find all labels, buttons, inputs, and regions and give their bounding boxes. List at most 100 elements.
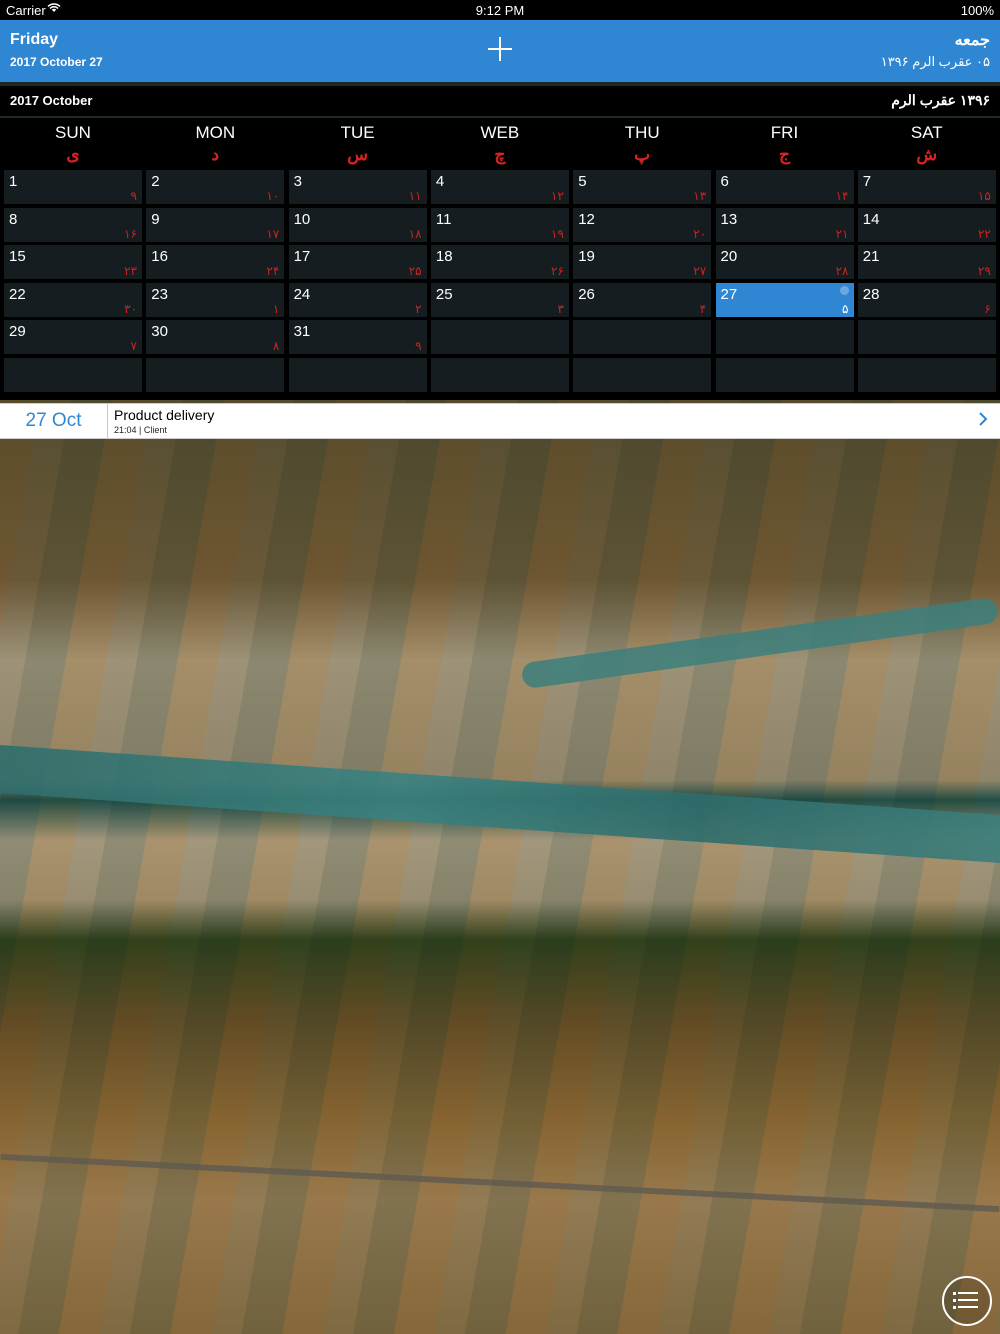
calendar-day-empty[interactable] <box>715 358 854 392</box>
weekday-label-english: SAT <box>910 123 943 142</box>
calendar-day-24[interactable]: 24 ۲ <box>288 282 427 317</box>
calendar-day-22[interactable]: 22 ۳۰ <box>4 282 142 317</box>
persian-day-number: ۳ <box>557 301 564 316</box>
weekday-label-english: MON <box>195 123 236 142</box>
calendar-day-empty[interactable] <box>430 320 569 355</box>
event-title: Product delivery <box>114 407 215 423</box>
persian-day-number: ۲۹ <box>977 264 991 279</box>
gregorian-day-number: 25 <box>435 285 453 303</box>
calendar-day-empty[interactable] <box>573 358 712 392</box>
gregorian-day-number: 20 <box>720 248 738 266</box>
calendar-day-13[interactable]: 13 ۲۱ <box>715 207 854 242</box>
persian-day-number: ۱۸ <box>408 226 422 241</box>
persian-day-number: ۹ <box>415 339 422 354</box>
weekday-thu: THU پ <box>571 118 713 165</box>
calendar-day-10[interactable]: 10 ۱۸ <box>288 207 427 242</box>
calendar-day-25[interactable]: 25 ۳ <box>430 282 569 317</box>
calendar-day-15[interactable]: 15 ۲۳ <box>4 245 142 280</box>
calendar-day-19[interactable]: 19 ۲۷ <box>573 245 712 280</box>
weekday-label-english: THU <box>624 123 660 142</box>
calendar-day-empty[interactable] <box>288 358 427 392</box>
date-header: Friday 2017 October 27 جمعه ۰۵ عقرب ا‌لر… <box>0 20 1000 82</box>
chevron-right-icon <box>978 410 988 433</box>
calendar-day-20[interactable]: 20 ۲۸ <box>715 245 854 280</box>
gregorian-day-number: 6 <box>720 173 729 190</box>
calendar-day-18[interactable]: 18 ۲۶ <box>430 245 569 280</box>
gregorian-day-number: 17 <box>293 248 311 266</box>
calendar-day-12[interactable]: 12 ۲۰ <box>573 207 712 242</box>
persian-day-number: ۱۶ <box>124 226 137 241</box>
event-date: 27 Oct <box>0 404 108 438</box>
gregorian-day-number: 15 <box>9 248 26 266</box>
persian-day-number: ۱۲ <box>551 189 564 203</box>
gregorian-day-number: 28 <box>862 285 880 303</box>
calendar-day-1[interactable]: 1۹ <box>4 170 142 204</box>
calendar-day-30[interactable]: 30 ۸ <box>146 320 285 355</box>
calendar-day-14[interactable]: 14 ۲۲ <box>857 207 996 242</box>
calendar-day-29[interactable]: 29 ۷ <box>4 320 142 355</box>
calendar-day-8[interactable]: 8 ۱۶ <box>4 207 142 242</box>
calendar-day-empty[interactable] <box>4 358 142 392</box>
weekday-label-persian: ی <box>66 145 80 164</box>
persian-day-number: ۵ <box>842 301 849 316</box>
calendar-day-28[interactable]: 28 ۶ <box>857 282 996 317</box>
weekday-label-persian: پ <box>634 145 651 164</box>
gregorian-day-number: 21 <box>862 248 880 266</box>
gregorian-day-number: 1 <box>9 173 18 190</box>
calendar-day-empty[interactable] <box>857 320 996 355</box>
calendar-day-23[interactable]: 23 ۱ <box>146 282 285 317</box>
weekday-label-english: FRI <box>770 123 799 142</box>
gregorian-day-number: 10 <box>293 210 311 228</box>
background-aerial-photo <box>0 400 1000 1334</box>
gregorian-day-number: 2 <box>151 173 160 190</box>
weekday-label-persian: ج <box>779 145 790 164</box>
persian-day-number: ۴ <box>699 301 707 316</box>
calendar-day-4[interactable]: 4 ۱۲ <box>430 170 569 204</box>
calendar-day-11[interactable]: 11 ۱۹ <box>430 207 569 242</box>
gregorian-day-number: 7 <box>862 173 872 190</box>
calendar-day-17[interactable]: 17 ۲۵ <box>288 245 427 280</box>
weekday-fri: FRI ج <box>714 118 856 165</box>
calendar-day-empty[interactable] <box>857 358 996 392</box>
gregorian-day-number: 30 <box>151 323 168 341</box>
weekday-label-persian: چ <box>494 145 506 164</box>
persian-day-number: ۲۵ <box>408 264 422 279</box>
gregorian-day-number: 27 <box>720 285 738 303</box>
gregorian-day-number: 23 <box>151 285 168 303</box>
calendar-day-7[interactable]: 7 ۱۵ <box>857 170 996 204</box>
calendar-day-empty[interactable] <box>146 358 285 392</box>
calendar-day-empty[interactable] <box>430 358 569 392</box>
calendar-day-2[interactable]: 2 ۱۰ <box>146 170 285 204</box>
calendar-day-26[interactable]: 26 ۴ <box>573 282 712 317</box>
gregorian-day-number: 8 <box>9 210 18 228</box>
weekday-label-english: WEB <box>480 123 520 142</box>
add-event-button[interactable] <box>488 37 512 61</box>
gregorian-day-number: 19 <box>578 248 595 266</box>
calendar-day-6[interactable]: 6 ۱۴ <box>715 170 854 204</box>
calendar-day-3[interactable]: 3 ۱۱ <box>288 170 427 204</box>
calendar-day-31[interactable]: 31 ۹ <box>288 320 427 355</box>
gregorian-day-number: 24 <box>293 285 311 303</box>
persian-day-number: ۱۹ <box>551 226 564 241</box>
persian-day-number: ۲۲ <box>977 226 991 241</box>
persian-day-number: ۱۵ <box>977 189 991 203</box>
calendar-day-21[interactable]: 21 ۲۹ <box>857 245 996 280</box>
menu-button[interactable] <box>942 1276 992 1326</box>
gregorian-day-number: 14 <box>862 210 880 228</box>
calendar-day-empty[interactable] <box>715 320 854 355</box>
persian-day-number: ۲۷ <box>693 264 707 279</box>
calendar-day-9[interactable]: 9 ۱۷ <box>146 207 285 242</box>
calendar-day-5[interactable]: 5 ۱۳ <box>573 170 712 204</box>
persian-day-number: ۲۶ <box>551 264 564 279</box>
month-title-persian: ۱۳۹۶ عقرب ا‌لرم <box>891 92 990 108</box>
event-list-item[interactable]: 27 Oct Product delivery 21:04 | Client <box>0 403 1000 439</box>
calendar-day-27[interactable]: 27 ۵ <box>715 282 854 317</box>
gregorian-day-number: 16 <box>151 248 168 266</box>
weekday-label-english: TUE <box>340 123 375 142</box>
calendar-day-empty[interactable] <box>573 320 712 355</box>
calendar-day-16[interactable]: 16 ۲۴ <box>146 245 285 280</box>
persian-day-number: ۱۷ <box>266 226 280 241</box>
weekday-english: Friday <box>10 31 59 48</box>
weekday-persian: جمعه <box>954 32 990 49</box>
persian-day-number: ۱۱ <box>408 189 422 203</box>
